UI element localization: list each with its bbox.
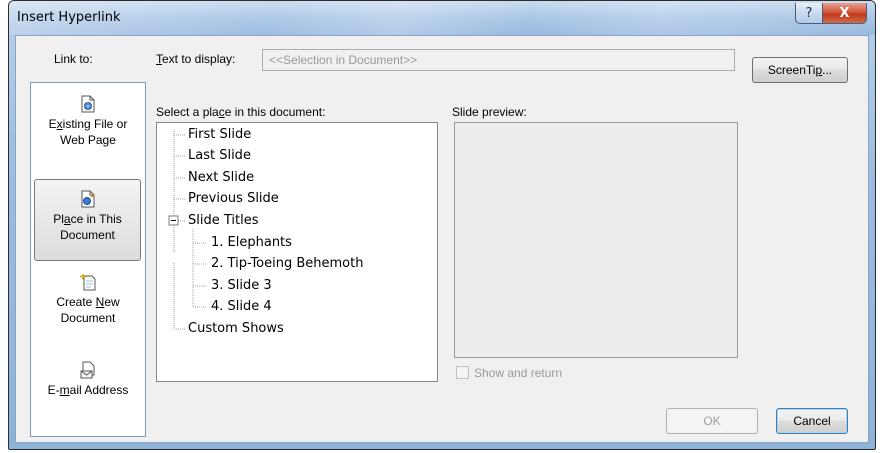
link-create-new-document[interactable]: Create New Document xyxy=(31,263,145,351)
tree-item-previous-slide[interactable]: Previous Slide xyxy=(188,191,279,207)
show-and-return-checkbox[interactable] xyxy=(456,366,469,379)
link-place-in-document[interactable]: Place in This Document xyxy=(34,179,141,261)
close-button[interactable]: X xyxy=(822,3,867,24)
tree-item-slide-4[interactable]: 4. Slide 4 xyxy=(211,299,272,315)
close-icon: X xyxy=(839,5,850,21)
place-in-document-icon xyxy=(81,190,94,208)
slide-preview-box xyxy=(454,122,738,358)
slide-preview-label: Slide preview: xyxy=(452,105,527,119)
text-to-display-label: Text to display: xyxy=(156,52,236,66)
link-to-bar: Existing File or Web Page Place in This … xyxy=(30,82,146,437)
link-email-address[interactable]: E-mail Address xyxy=(31,351,145,439)
ok-button[interactable]: OK xyxy=(666,408,758,434)
tree-item-last-slide[interactable]: Last Slide xyxy=(188,148,251,164)
tree-item-first-slide[interactable]: First Slide xyxy=(188,127,251,143)
tree-item-slide-1[interactable]: 1. Elephants xyxy=(211,235,292,251)
title-bar[interactable]: Insert Hyperlink ? X xyxy=(9,1,875,35)
dialog-title: Insert Hyperlink xyxy=(17,10,121,25)
document-place-tree[interactable]: First Slide Last Slide Next Slide Previo… xyxy=(156,122,438,382)
email-icon xyxy=(80,361,95,379)
show-and-return-label: Show and return xyxy=(474,366,563,380)
cancel-button[interactable]: Cancel xyxy=(776,408,848,434)
tree-item-slide-3[interactable]: 3. Slide 3 xyxy=(211,278,272,294)
link-existing-file[interactable]: Existing File or Web Page xyxy=(31,85,145,173)
tree-item-custom-shows[interactable]: Custom Shows xyxy=(188,321,284,337)
insert-hyperlink-dialog: Insert Hyperlink ? X Link to: Existing F… xyxy=(8,0,876,450)
link-to-label: Link to: xyxy=(54,52,93,66)
select-place-label: Select a place in this document: xyxy=(156,105,326,119)
existing-file-icon xyxy=(81,95,95,113)
tree-item-next-slide[interactable]: Next Slide xyxy=(188,170,254,186)
help-button[interactable]: ? xyxy=(795,3,823,24)
tree-item-slide-titles[interactable]: Slide Titles xyxy=(188,213,259,229)
tree-item-slide-2[interactable]: 2. Tip-Toeing Behemoth xyxy=(211,256,363,272)
dialog-body: Link to: Existing File or Web Page Place… xyxy=(15,35,869,443)
screentip-button[interactable]: ScreenTi p... xyxy=(752,57,848,83)
help-icon: ? xyxy=(805,5,813,21)
create-new-document-icon xyxy=(79,273,96,291)
text-to-display-input[interactable]: <<Selection in Document>> xyxy=(262,49,735,71)
